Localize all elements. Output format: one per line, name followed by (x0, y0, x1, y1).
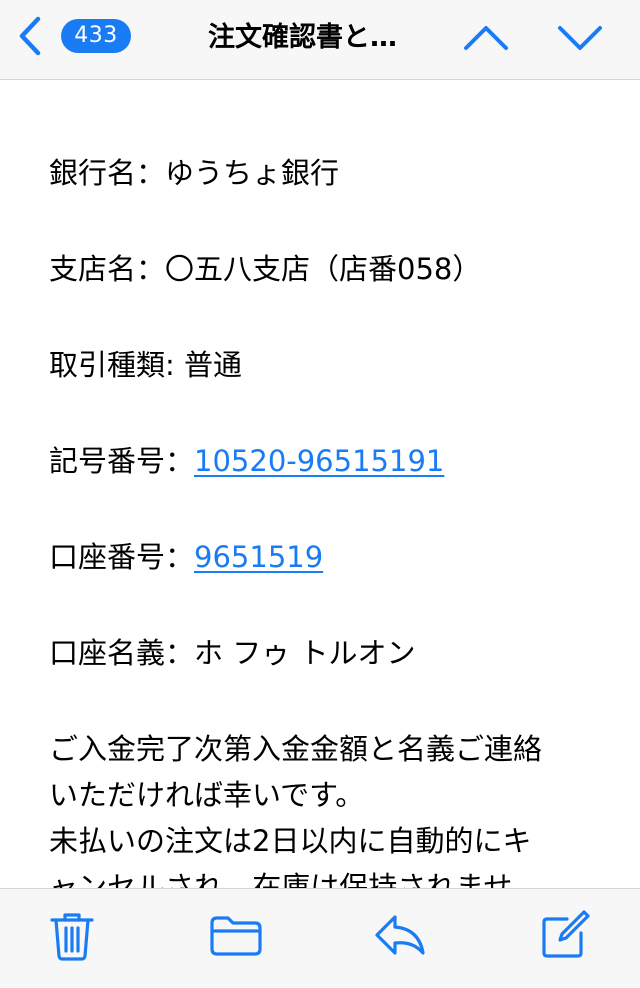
move-to-folder-button[interactable] (208, 907, 264, 963)
account-holder-value: ホ フゥ トルオン (194, 636, 416, 670)
next-message-button[interactable] (555, 16, 605, 60)
account-type-value: 普通 (184, 348, 243, 382)
navigation-bar: 433 注文確認書と… (0, 0, 640, 80)
account-holder-label: 口座名義： (49, 636, 195, 670)
chevron-up-icon (464, 26, 508, 50)
chevron-down-icon (558, 26, 602, 50)
account-number-label: 口座番号： (49, 540, 195, 574)
account-number-line: 口座番号：9651519 (49, 537, 323, 577)
account-type-label: 取引種類: (49, 348, 184, 382)
previous-message-button[interactable] (461, 16, 511, 60)
reply-icon (375, 915, 425, 955)
account-holder-line: 口座名義：ホ フゥ トルオン (49, 633, 415, 673)
message-line: ご入金完了次第入金金額と名義ご連絡 (49, 732, 543, 766)
message-line: ャンセルされ、在庫は保持されませ (49, 870, 513, 888)
chevron-left-icon (19, 16, 41, 56)
reply-button[interactable] (371, 907, 427, 963)
bank-name-line: 銀行名：ゆうちょ銀行 (49, 153, 339, 193)
branch-name-line: 支店名：〇五八支店（店番058） (49, 249, 481, 289)
bank-name-label: 銀行名： (49, 156, 166, 190)
unread-count-badge[interactable]: 433 (61, 19, 131, 53)
message-line: 未払いの注文は2日以内に自動的にキ (49, 824, 532, 858)
back-button[interactable] (12, 14, 48, 58)
bank-name-value: ゆうちょ銀行 (165, 156, 340, 190)
message-line: いただければ幸いです。 (49, 778, 365, 812)
symbol-number-label: 記号番号： (49, 444, 195, 478)
page-title: 注文確認書と… (208, 22, 397, 53)
symbol-number-link[interactable]: 10520-96515191 (194, 444, 444, 478)
account-type-line: 取引種類: 普通 (49, 345, 242, 385)
bottom-toolbar (0, 888, 640, 988)
delete-button[interactable] (44, 907, 100, 963)
message-paragraph: ご入金完了次第入金金額と名義ご連絡 いただければ幸いです。 未払いの注文は2日以… (49, 726, 609, 888)
symbol-number-line: 記号番号：10520-96515191 (49, 441, 444, 481)
account-number-link[interactable]: 9651519 (194, 540, 323, 574)
compose-icon (542, 910, 590, 958)
folder-icon (210, 916, 262, 956)
mail-screen: 433 注文確認書と… 銀行名：ゆうちょ銀行 支店名：〇五八支店（店番058） … (0, 0, 640, 988)
branch-name-value: 〇五八支店（店番058） (165, 252, 482, 286)
trash-icon (50, 913, 94, 961)
compose-button[interactable] (537, 907, 593, 963)
message-body[interactable]: 銀行名：ゆうちょ銀行 支店名：〇五八支店（店番058） 取引種類: 普通 記号番… (0, 81, 640, 888)
branch-name-label: 支店名： (49, 252, 166, 286)
